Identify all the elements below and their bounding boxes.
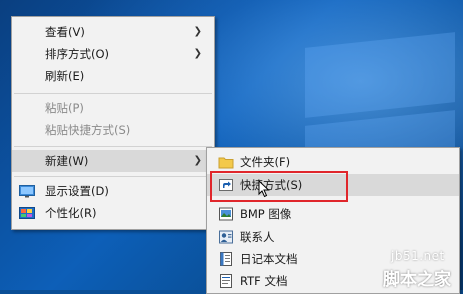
menu-item-label: 显示设置(D)	[45, 184, 109, 198]
menu-item-label: 粘贴快捷方式(S)	[45, 123, 131, 137]
menu-item-label: BMP 图像	[240, 207, 292, 221]
submenu-item-shortcut[interactable]: 快捷方式(S)	[207, 174, 459, 196]
menu-item-label: 日记本文档	[240, 252, 298, 266]
chevron-right-icon: ❯	[193, 48, 202, 59]
submenu-item-folder[interactable]: 文件夹(F)	[207, 151, 459, 173]
menu-item-display-settings[interactable]: 显示设置(D)	[12, 180, 214, 202]
submenu-item-contact[interactable]: 联系人	[207, 226, 459, 248]
menu-item-label: 个性化(R)	[45, 206, 97, 220]
menu-item-label: 文件夹(F)	[240, 155, 291, 169]
chevron-right-icon: ❯	[193, 155, 202, 166]
menu-item-label: 刷新(E)	[45, 69, 85, 83]
personalize-icon	[19, 207, 35, 219]
menu-item-label: 粘贴(P)	[45, 101, 84, 115]
menu-item-label: 联系人	[240, 230, 275, 244]
menu-item-sort-by[interactable]: 排序方式(O) ❯	[12, 43, 214, 65]
folder-icon	[218, 157, 234, 169]
watermark-brand: 脚本之家	[383, 270, 451, 290]
menu-item-label: 查看(V)	[45, 25, 85, 39]
menu-item-paste-shortcut[interactable]: 粘贴快捷方式(S)	[12, 119, 214, 141]
windows-logo-pane	[305, 32, 455, 118]
watermark-url: jb51.net	[391, 249, 445, 263]
menu-item-new[interactable]: 新建(W) ❯	[12, 150, 214, 172]
desktop-context-menu: 查看(V) ❯ 排序方式(O) ❯ 刷新(E) 粘贴(P) 粘贴快捷方式(S) …	[11, 16, 215, 230]
menu-separator	[14, 93, 212, 94]
rtf-document-icon	[220, 274, 232, 288]
chevron-right-icon: ❯	[193, 26, 202, 37]
bitmap-image-icon	[219, 207, 233, 221]
menu-separator	[14, 176, 212, 177]
menu-item-label: 快捷方式(S)	[240, 178, 303, 192]
menu-item-view[interactable]: 查看(V) ❯	[12, 21, 214, 43]
menu-item-label: 排序方式(O)	[45, 47, 110, 61]
submenu-item-bmp-image[interactable]: BMP 图像	[207, 203, 459, 225]
menu-separator	[14, 146, 212, 147]
menu-item-personalize[interactable]: 个性化(R)	[12, 202, 214, 224]
menu-item-refresh[interactable]: 刷新(E)	[12, 65, 214, 87]
menu-item-paste[interactable]: 粘贴(P)	[12, 97, 214, 119]
mouse-cursor-icon	[258, 180, 270, 198]
contact-icon	[219, 230, 233, 244]
menu-item-label: 新建(W)	[45, 154, 89, 168]
menu-item-label: RTF 文档	[240, 274, 288, 288]
display-settings-icon	[19, 185, 35, 198]
journal-document-icon	[220, 252, 232, 266]
shortcut-icon	[219, 179, 233, 191]
